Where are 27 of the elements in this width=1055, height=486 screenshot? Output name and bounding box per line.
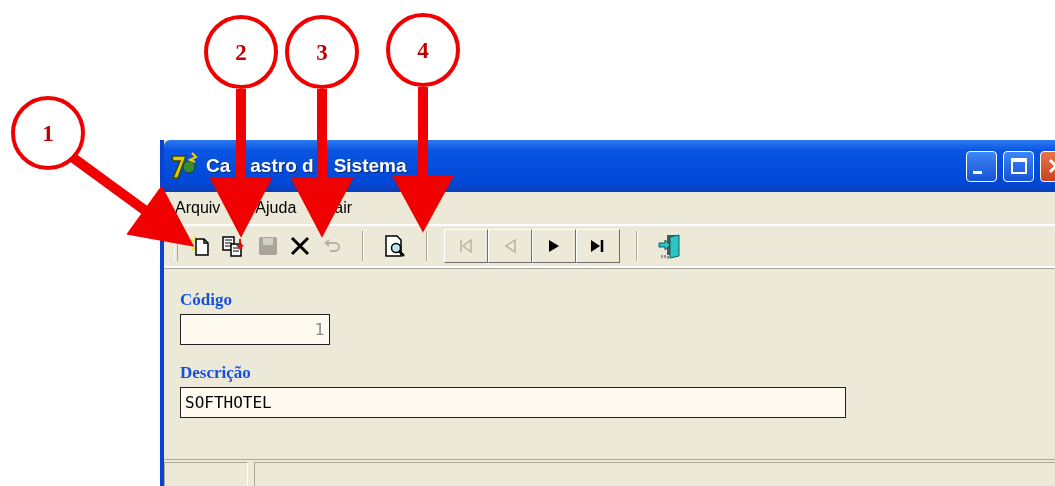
- window-title: Sistema: [333, 155, 407, 177]
- menu-item[interactable]: Ajuda: [255, 199, 297, 217]
- field-label: Código: [180, 290, 233, 310]
- window-title: Ca: [206, 155, 231, 177]
- callout-marker: 2: [204, 15, 278, 89]
- callout-marker: 4: [386, 13, 460, 87]
- last-record-icon: [590, 239, 606, 253]
- new-document-icon: [189, 235, 211, 257]
- delete-icon: [289, 235, 311, 257]
- print-preview-icon: [383, 234, 407, 258]
- first-record-icon: [458, 239, 474, 253]
- next-button[interactable]: [532, 229, 576, 263]
- minimize-icon: [973, 170, 982, 174]
- window-title: astro d: [250, 155, 314, 177]
- copy-document-icon: [221, 235, 247, 257]
- maximize-icon: [1009, 157, 1028, 175]
- field-label: Descrição: [180, 363, 252, 383]
- minimize-button[interactable]: [966, 150, 997, 182]
- maximize-button[interactable]: [1003, 150, 1034, 182]
- next-record-icon: [547, 239, 561, 253]
- previous-record-icon: [503, 239, 517, 253]
- callout-marker: 3: [285, 15, 359, 89]
- last-button[interactable]: [576, 229, 620, 263]
- menu-item[interactable]: Arquiv: [175, 199, 221, 217]
- input-field[interactable]: SOFTHOTEL: [180, 387, 846, 418]
- callout-marker: 1: [11, 96, 85, 170]
- app-logo-icon: [170, 151, 200, 181]
